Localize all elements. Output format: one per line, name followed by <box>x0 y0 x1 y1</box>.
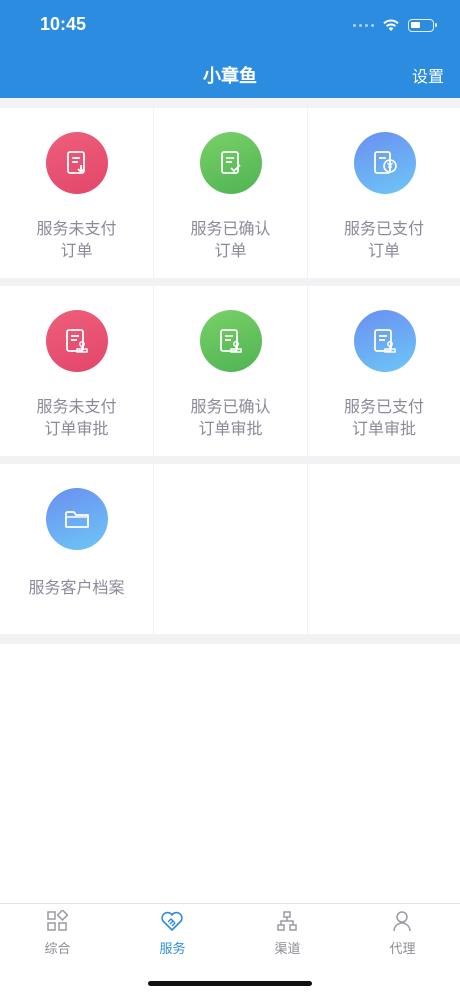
folder-icon <box>46 488 108 550</box>
tab-label: 服务 <box>159 942 186 957</box>
grid-item-label: 服务已确认 订单审批 <box>190 397 271 438</box>
document-stamp-icon <box>200 310 262 372</box>
tab-overview[interactable]: 综合 <box>0 904 115 964</box>
header: 10:45 小章鱼 设置 <box>0 0 460 98</box>
grid-item-label: 服务已支付 订单审批 <box>343 397 424 438</box>
tab-service[interactable]: 服务 <box>115 904 230 964</box>
document-check-icon <box>200 132 262 194</box>
service-grid: 服务未支付 订单 服务已确认 订单 服务已支付 订单 服务未支付 订单审批 服务… <box>0 98 460 644</box>
grid-item-customer-archive[interactable]: 服务客户档案 <box>0 464 153 634</box>
grid-item-label: 服务未支付 订单审批 <box>36 397 117 438</box>
tab-channel[interactable]: 渠道 <box>230 904 345 964</box>
document-download-icon <box>46 132 108 194</box>
tab-agent[interactable]: 代理 <box>345 904 460 964</box>
wifi-icon <box>383 19 399 31</box>
document-yen-icon <box>354 132 416 194</box>
page-title: 小章鱼 <box>203 66 257 87</box>
network-icon <box>277 911 297 931</box>
settings-button[interactable]: 设置 <box>412 63 444 87</box>
grid-item-label: 服务已确认 订单 <box>190 219 271 260</box>
grid-item-label: 服务已支付 订单 <box>343 219 424 260</box>
signal-icon <box>353 23 374 27</box>
document-stamp-icon <box>354 310 416 372</box>
grid-empty-cell <box>154 464 307 634</box>
tab-label: 综合 <box>44 942 71 957</box>
document-stamp-icon <box>46 310 108 372</box>
grid-item-paid-order-approval[interactable]: 服务已支付 订单审批 <box>308 286 460 456</box>
grid-row: 服务未支付 订单 服务已确认 订单 服务已支付 订单 <box>0 108 460 278</box>
grid-row: 服务客户档案 <box>0 464 460 634</box>
grid-item-label: 服务未支付 订单 <box>36 219 117 260</box>
status-time: 10:45 <box>40 14 87 34</box>
handshake-icon <box>161 911 183 931</box>
grid-item-paid-orders[interactable]: 服务已支付 订单 <box>308 108 460 278</box>
grid-item-unpaid-orders[interactable]: 服务未支付 订单 <box>0 108 153 278</box>
status-indicators <box>353 16 437 34</box>
grid-empty-cell <box>308 464 460 634</box>
grid-item-confirmed-order-approval[interactable]: 服务已确认 订单审批 <box>154 286 307 456</box>
person-icon <box>393 911 411 932</box>
home-indicator <box>148 981 312 986</box>
grid-row: 服务未支付 订单审批 服务已确认 订单审批 服务已支付 订单审批 <box>0 286 460 456</box>
grid-item-confirmed-orders[interactable]: 服务已确认 订单 <box>154 108 307 278</box>
grid-item-label: 服务客户档案 <box>28 578 125 597</box>
tab-label: 渠道 <box>274 942 301 957</box>
battery-icon <box>408 18 437 32</box>
tab-label: 代理 <box>389 942 416 957</box>
grid-apps-icon <box>47 910 68 931</box>
grid-item-unpaid-order-approval[interactable]: 服务未支付 订单审批 <box>0 286 153 456</box>
